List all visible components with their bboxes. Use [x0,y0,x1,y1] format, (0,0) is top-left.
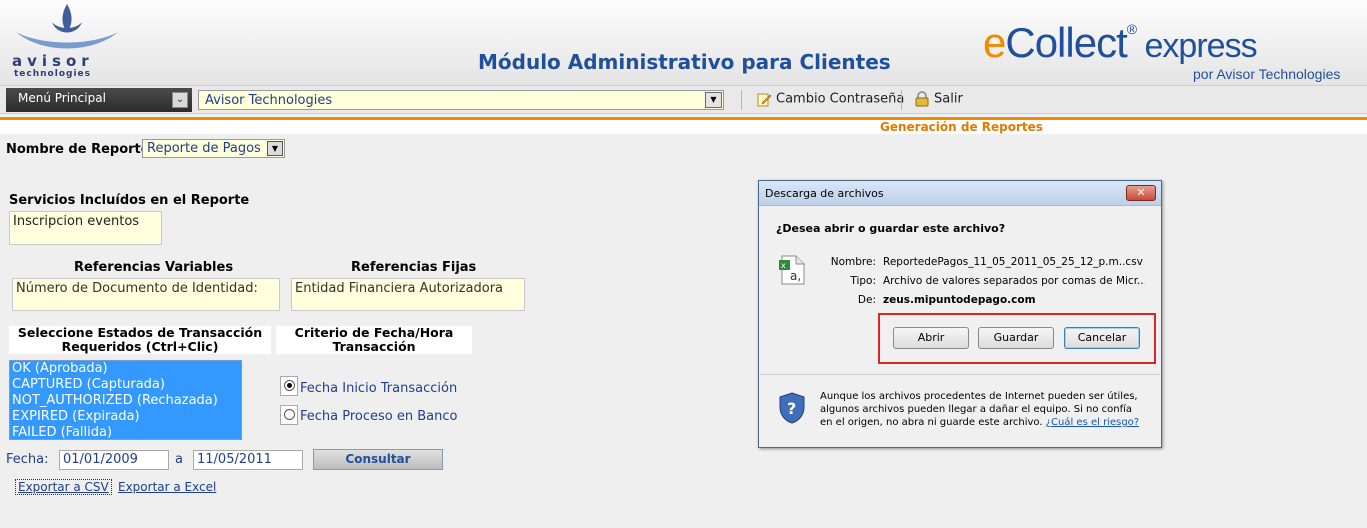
fixed-references-list[interactable]: Entidad Financiera Autorizadora [291,278,525,311]
ecollect-logo: eCollect® express [983,19,1258,66]
shield-question-icon: ? [779,392,805,424]
open-button[interactable]: Abrir [893,327,969,349]
brand-e: e [983,19,1006,66]
section-bar [0,117,1367,134]
section-title: Generación de Reportes [880,120,1043,134]
dropdown-arrow-icon[interactable]: ▼ [267,141,283,156]
date-separator: a [175,452,183,467]
warning-text: Aunque los archivos procedentes de Inter… [820,390,1140,429]
svg-text:?: ? [787,399,796,418]
pencil-icon [757,93,772,107]
states-label: Seleccione Estados de Transacción Requer… [9,326,271,354]
logo-word: avisor [12,52,94,70]
main-menu[interactable]: Menú Principal [6,88,192,112]
main-menu-label: Menú Principal [18,91,106,105]
date-criteria-label: Criterio de Fecha/Hora Transacción [276,326,472,354]
chevron-down-icon[interactable]: ⌄ [172,92,188,108]
file-type-label: Tipo: [850,275,876,287]
lock-icon [915,91,929,107]
brand-collect: Collect [1005,19,1127,66]
cancel-button[interactable]: Cancelar [1064,327,1140,349]
list-item[interactable]: EXPIRED (Expirada) [12,409,239,425]
services-list[interactable]: Inscripcion eventos [9,211,162,245]
logout-link[interactable]: Salir [914,91,963,107]
dialog-divider [760,374,1160,375]
brand-express: express [1136,27,1258,65]
variable-references-list[interactable]: Número de Documento de Identidad: [12,278,280,311]
date-from-input[interactable]: 01/01/2009 [59,450,169,470]
file-name-label: Nombre: [830,256,876,268]
radio-button[interactable] [284,409,295,420]
variable-references-label: Referencias Variables [74,260,234,275]
svg-text:x: x [781,261,786,270]
logo-subtitle: technologies [14,69,91,79]
radio-bank-date[interactable] [280,405,298,425]
company-select[interactable]: Avisor Technologies [198,90,724,110]
date-to-input[interactable]: 11/05/2011 [193,450,303,470]
radio-start-date[interactable] [280,376,298,396]
dropdown-arrow-icon[interactable]: ▼ [705,92,722,108]
list-item[interactable]: NOT_AUTHORIZED (Rechazada) [12,393,239,409]
report-name-label: Nombre de Reporte: [6,142,155,157]
save-button[interactable]: Guardar [978,327,1054,349]
report-select[interactable]: Reporte de Pagos [142,139,285,158]
menu-divider [901,90,902,110]
date-label: Fecha: [6,452,49,467]
fixed-references-label: Referencias Fijas [351,260,477,275]
change-password-link[interactable]: Cambio Contraseña [756,91,904,107]
list-item[interactable]: CAPTURED (Capturada) [12,377,239,393]
file-type-value: Archivo de valores separados por comas d… [883,275,1145,287]
avisor-logo-icon [16,4,118,49]
export-csv-link[interactable]: Exportar a CSV [15,479,112,495]
close-icon[interactable]: ✕ [1126,185,1156,201]
list-item[interactable]: FAILED (Fallida) [12,425,239,441]
brand-subtitle: por Avisor Technologies [1193,66,1341,82]
file-source-value: zeus.mipuntodepago.com [883,294,1036,306]
transaction-states-list[interactable]: OK (Aprobada) CAPTURED (Capturada) NOT_A… [9,360,242,440]
dialog-question: ¿Desea abrir o guardar este archivo? [776,222,1006,235]
file-name-value: ReportedePagos_11_05_2011_05_25_12_p.m..… [883,256,1143,268]
services-label: Servicios Incluídos en el Reporte [9,193,250,208]
radio-start-date-label: Fecha Inicio Transacción [300,381,458,396]
list-item[interactable]: OK (Aprobada) [12,361,239,377]
app-title: Módulo Administrativo para Clientes [478,50,891,74]
menu-divider [741,90,742,110]
brand-reg: ® [1126,21,1137,37]
logout-label: Salir [934,91,963,107]
file-source-label: De: [857,294,876,306]
change-password-label: Cambio Contraseña [776,91,905,107]
consultar-button[interactable]: Consultar [313,449,443,470]
risk-link[interactable]: ¿Cuál es el riesgo? [1046,417,1139,428]
svg-text:a,: a, [790,269,801,283]
radio-button[interactable] [284,380,295,391]
export-excel-link[interactable]: Exportar a Excel [118,480,216,494]
dialog-title: Descarga de archivos [765,187,884,200]
csv-file-icon: x a, [779,255,805,285]
radio-bank-date-label: Fecha Proceso en Banco [300,409,458,424]
